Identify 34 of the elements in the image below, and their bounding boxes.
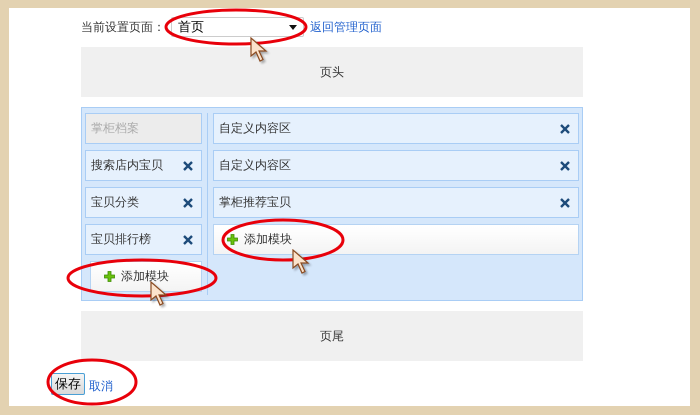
add-module-button[interactable]: 添加模块 bbox=[213, 224, 579, 255]
close-icon[interactable] bbox=[560, 160, 570, 170]
module-label: 自定义内容区 bbox=[219, 157, 291, 174]
module-item[interactable]: 宝贝排行榜 bbox=[85, 224, 202, 255]
module-label: 搜索店内宝贝 bbox=[91, 157, 163, 174]
close-icon[interactable] bbox=[183, 234, 193, 244]
save-button[interactable]: 保存 bbox=[51, 373, 85, 395]
add-module-button[interactable]: 添加模块 bbox=[90, 261, 202, 292]
module-item[interactable]: 搜索店内宝贝 bbox=[85, 150, 202, 181]
cursor-icon bbox=[150, 281, 170, 307]
close-icon[interactable] bbox=[183, 160, 193, 170]
back-link[interactable]: 返回管理页面 bbox=[310, 18, 382, 36]
module-item[interactable]: 宝贝分类 bbox=[85, 187, 202, 218]
cursor-icon bbox=[250, 37, 270, 63]
cancel-link[interactable]: 取消 bbox=[89, 378, 113, 395]
close-icon[interactable] bbox=[560, 198, 570, 208]
module-label: 掌柜推荐宝贝 bbox=[219, 194, 291, 211]
footer-area: 页尾 bbox=[81, 311, 583, 361]
module-label: 宝贝分类 bbox=[91, 194, 139, 211]
module-label: 自定义内容区 bbox=[219, 120, 291, 137]
module-item[interactable]: 掌柜推荐宝贝 bbox=[213, 187, 579, 218]
close-icon[interactable] bbox=[560, 124, 570, 134]
dropdown-arrow-icon bbox=[289, 24, 297, 30]
module-item[interactable]: 自定义内容区 bbox=[213, 113, 579, 144]
module-label: 掌柜档案 bbox=[91, 120, 139, 137]
page-label: 当前设置页面： bbox=[81, 18, 165, 36]
page-select[interactable]: 首页 bbox=[171, 17, 304, 37]
module-label: 宝贝排行榜 bbox=[91, 231, 151, 248]
plus-icon bbox=[104, 271, 115, 282]
close-icon[interactable] bbox=[183, 198, 193, 208]
plus-icon bbox=[227, 234, 238, 245]
cursor-icon bbox=[292, 249, 312, 275]
header-area: 页头 bbox=[81, 47, 583, 97]
module-item[interactable]: 自定义内容区 bbox=[213, 150, 579, 181]
